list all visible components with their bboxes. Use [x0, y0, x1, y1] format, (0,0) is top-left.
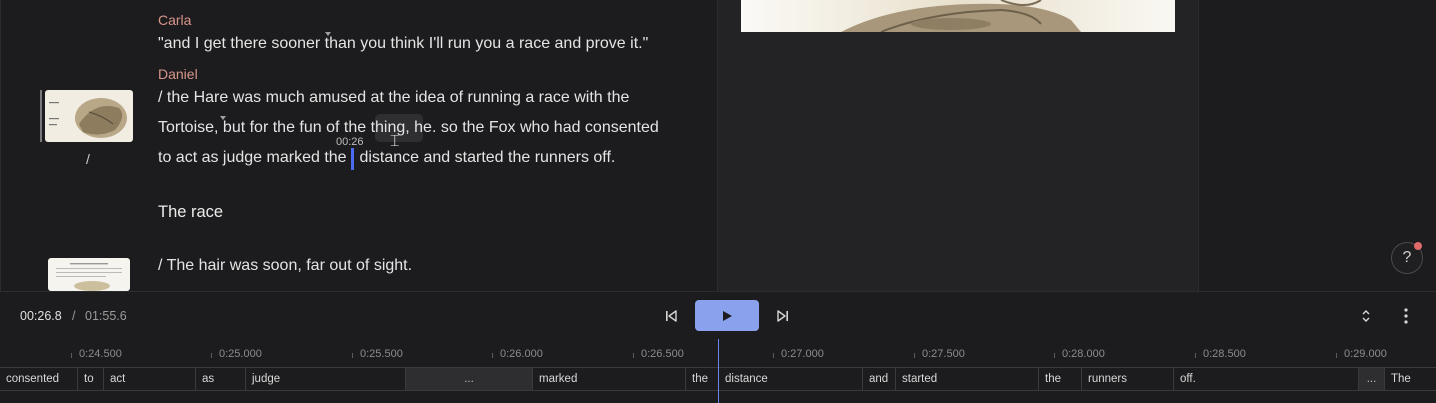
timeline-word[interactable]: distance: [719, 368, 863, 390]
timeline[interactable]: 0:24.500 0:25.000 0:25.500 0:26.000 0:26…: [0, 339, 1436, 403]
timeline-word[interactable]: The: [1385, 368, 1436, 390]
timeline-word[interactable]: judge: [246, 368, 406, 390]
total-time: 01:55.6: [85, 309, 127, 323]
transcript-paragraph[interactable]: / The hair was soon, far out of sight.: [158, 251, 412, 281]
play-button[interactable]: [695, 300, 759, 331]
transcript-text-after-caret[interactable]: distance and started the runners off.: [359, 149, 615, 166]
speaker-name[interactable]: Daniel: [158, 66, 198, 82]
slide-thumbnail[interactable]: [45, 90, 133, 142]
preview-image: [741, 0, 1175, 32]
timeline-word[interactable]: act: [104, 368, 196, 390]
timeline-word[interactable]: marked: [533, 368, 686, 390]
timeline-tick: 0:28.000: [1054, 348, 1105, 360]
timeline-word[interactable]: to: [78, 368, 104, 390]
play-icon: [723, 310, 732, 321]
transcript-line[interactable]: / the Hare was much amused at the idea o…: [158, 83, 629, 113]
cursor-timestamp: 00:26: [336, 136, 364, 148]
timeline-word[interactable]: the: [686, 368, 719, 390]
player-controls: 00:26.8 / 01:55.6: [0, 291, 1436, 339]
timeline-tick: 0:27.000: [773, 348, 824, 360]
current-time: 00:26.8: [20, 309, 62, 323]
timeline-playhead[interactable]: [718, 339, 719, 403]
thumbnail-label: /: [86, 151, 90, 167]
timeline-tick: 0:24.500: [71, 348, 122, 360]
timeline-gap[interactable]: ...: [406, 368, 533, 390]
timeline-word[interactable]: started: [896, 368, 1039, 390]
skip-forward-icon: [777, 310, 788, 322]
timeline-word[interactable]: as: [196, 368, 246, 390]
text-cursor-icon: ⌶: [390, 131, 400, 150]
transcript-line[interactable]: to act as judge marked the distance and …: [158, 143, 615, 173]
timeline-tick: 0:29.000: [1336, 348, 1387, 360]
thumbnail-selection-bar: [40, 90, 42, 142]
timeline-tick: 0:25.500: [352, 348, 403, 360]
section-heading[interactable]: The race: [158, 203, 223, 222]
notification-dot: [1414, 242, 1422, 250]
speaker-name[interactable]: Carla: [158, 12, 191, 28]
timeline-word[interactable]: runners: [1082, 368, 1174, 390]
timeline-tick: 0:26.000: [492, 348, 543, 360]
slide-thumbnail[interactable]: [48, 258, 130, 291]
help-icon: ?: [1402, 249, 1412, 266]
more-vertical-icon: [1404, 308, 1408, 324]
playback-caret: [351, 148, 354, 170]
timeline-tick: 0:25.000: [211, 348, 262, 360]
timeline-gap[interactable]: ...: [1359, 368, 1385, 390]
timeline-tick: 0:27.500: [914, 348, 965, 360]
expand-collapse-icon: [1362, 310, 1370, 322]
skip-forward-button[interactable]: [767, 300, 799, 332]
timeline-word[interactable]: and: [863, 368, 896, 390]
transcript-text-before-caret[interactable]: to act as judge marked the: [158, 149, 347, 166]
more-options-button[interactable]: [1390, 300, 1422, 332]
transcript-paragraph[interactable]: "and I get there sooner than you think I…: [158, 29, 648, 59]
time-separator: /: [72, 309, 76, 323]
word-marker: [220, 116, 226, 120]
word-marker: [325, 32, 331, 36]
skip-back-button[interactable]: [655, 300, 687, 332]
video-preview-pane: [717, 0, 1199, 291]
timeline-word[interactable]: consented: [0, 368, 78, 390]
transcript-line[interactable]: Tortoise, but for the fun of the thing, …: [158, 113, 659, 143]
timeline-tick: 0:28.500: [1195, 348, 1246, 360]
transcript-editor[interactable]: Carla "and I get there sooner than you t…: [0, 0, 717, 291]
timeline-tick: 0:26.500: [633, 348, 684, 360]
skip-back-icon: [666, 310, 677, 322]
timeline-word[interactable]: the: [1039, 368, 1082, 390]
timeline-word[interactable]: off.: [1174, 368, 1359, 390]
expand-collapse-button[interactable]: [1350, 300, 1382, 332]
